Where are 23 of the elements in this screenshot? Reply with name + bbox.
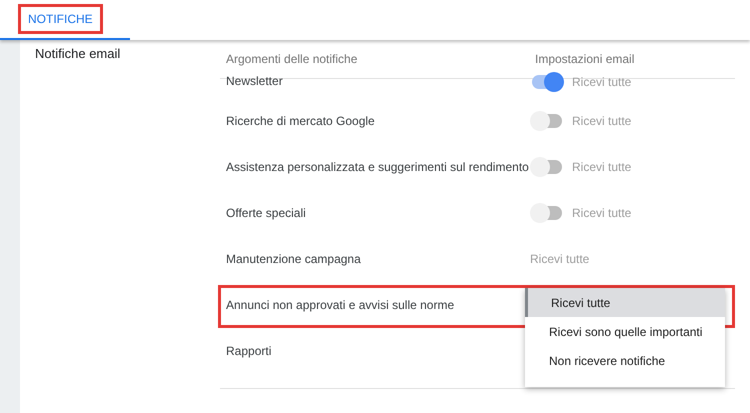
setting-value: Ricevi tutte [572,113,632,130]
section-title: Notifiche email [35,46,120,61]
topic-label: Ricerche di mercato Google [225,113,376,130]
topic-label: Assistenza personalizzata e suggerimenti sul rendimento [225,159,530,176]
menu-item[interactable]: Non ricevere notifiche [525,346,725,375]
toggle-switch[interactable] [530,72,564,92]
setting-value: Ricevi tutte [530,251,590,268]
menu-item[interactable]: Ricevi tutte [525,288,725,317]
toggle-switch[interactable] [530,157,564,177]
topic-label: Manutenzione campagna [225,251,362,268]
topic-label: Annunci non approvati e avvisi sulle norme [225,297,456,314]
toggle-switch[interactable] [530,203,564,223]
setting-value: Ricevi tutte [572,74,632,91]
toggle-switch[interactable] [530,111,564,131]
setting-value: Ricevi tutte [572,205,632,222]
column-header: Argomenti delle notifiche [225,51,358,68]
menu-item[interactable]: Ricevi sono quelle importanti [525,317,725,346]
topic-label: Rapporti [225,343,272,360]
column-header: Impostazioni email [535,51,634,68]
tab[interactable]: NOTIFICHE [18,4,103,34]
setting-value: Ricevi tutte [572,159,632,176]
topic-label: Newsletter [225,73,284,90]
topic-label: Offerte speciali [225,205,307,222]
